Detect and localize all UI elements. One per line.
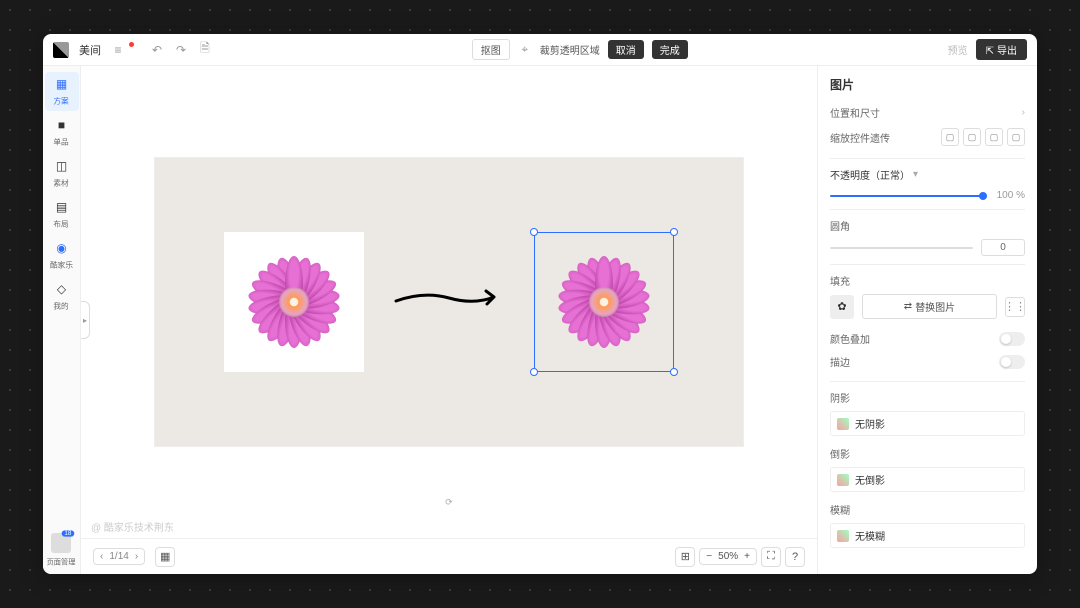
resize-handle-tl[interactable] <box>530 228 538 236</box>
notification-badge <box>129 42 134 47</box>
sidebar-item-mine[interactable]: ◇ 我的 <box>45 277 79 316</box>
ruler-button[interactable]: ⊞ <box>675 547 695 567</box>
shadow-color-icon <box>837 418 849 430</box>
page-manager[interactable]: 18 页面管理 <box>43 533 79 574</box>
properties-panel: 图片 位置和尺寸 › 缩放控件遗传 ▢ ▢ ▢ ▢ 不透明度（正常） ▾ <box>817 66 1037 574</box>
app-window: 美间 ≡ ↶ ↷ 🗎 抠图 ⌖ 裁剪透明区域 取消 完成 预览 ⇱导出 ▦ 方案 <box>43 34 1037 574</box>
preview-button[interactable]: 预览 <box>948 42 968 57</box>
zoom-value: 50% <box>718 551 738 562</box>
watermark: @ 酷家乐技术荆东 <box>91 519 174 534</box>
zoom-out-button[interactable]: − <box>706 551 712 562</box>
crop-area-label: 裁剪透明区域 <box>540 42 600 57</box>
canvas-bottom-bar: ‹ 1/14 › ▦ ⊞ − 50% + ⛶ ? <box>81 538 817 574</box>
color-overlay-toggle[interactable] <box>999 332 1025 346</box>
chevron-down-icon[interactable]: ▾ <box>913 169 918 180</box>
fill-thumbnail[interactable]: ✿ <box>830 295 854 319</box>
grid-toggle-button[interactable]: ▦ <box>155 547 175 567</box>
shadow-label: 阴影 <box>830 390 1025 405</box>
stroke-toggle[interactable] <box>999 355 1025 369</box>
constraint-right-button[interactable]: ▢ <box>963 128 981 146</box>
opacity-slider[interactable] <box>830 195 987 197</box>
page-next-icon[interactable]: › <box>135 551 138 562</box>
kujiale-icon: ◉ <box>54 240 70 256</box>
done-button[interactable]: 完成 <box>652 40 688 59</box>
selected-image[interactable] <box>534 232 674 372</box>
stroke-label: 描边 <box>830 354 850 369</box>
redo-icon[interactable]: ↷ <box>174 43 188 57</box>
fill-settings-button[interactable]: ⋮⋮ <box>1005 297 1025 317</box>
app-logo <box>53 42 69 58</box>
replace-image-button[interactable]: ⇄ 替换图片 <box>862 294 997 319</box>
radius-label: 圆角 <box>830 218 1025 233</box>
save-icon[interactable]: 🗎 <box>198 43 212 57</box>
zoom-in-button[interactable]: + <box>744 551 750 562</box>
inset-color-icon <box>837 474 849 486</box>
blur-value[interactable]: 无模糊 <box>830 523 1025 548</box>
sidebar-item-layout[interactable]: ▤ 布局 <box>45 195 79 234</box>
original-image <box>224 232 364 372</box>
left-sidebar: ▦ 方案 ■ 单品 ◫ 素材 ▤ 布局 ◉ 酷家乐 ◇ 我的 <box>43 66 81 574</box>
canvas-viewport[interactable] <box>81 66 817 538</box>
page-manager-icon: 18 <box>51 533 71 553</box>
target-icon[interactable]: ⌖ <box>518 43 532 57</box>
canvas-area: ▸ <box>81 66 817 574</box>
cancel-button[interactable]: 取消 <box>608 40 644 59</box>
resize-handle-bl[interactable] <box>530 368 538 376</box>
inset-shadow-label: 倒影 <box>830 446 1025 461</box>
zoom-controls: − 50% + <box>699 548 757 565</box>
menu-icon[interactable]: ≡ <box>111 43 125 57</box>
position-size-row[interactable]: 位置和尺寸 › <box>830 101 1025 124</box>
panel-title: 图片 <box>830 76 1025 93</box>
sidebar-item-scheme[interactable]: ▦ 方案 <box>45 72 79 111</box>
flower-graphic <box>239 247 349 357</box>
material-icon: ◫ <box>54 158 70 174</box>
product-icon: ■ <box>54 117 70 133</box>
resize-handle-br[interactable] <box>670 368 678 376</box>
constraint-left-button[interactable]: ▢ <box>1007 128 1025 146</box>
constraint-bottom-button[interactable]: ▢ <box>985 128 1003 146</box>
radius-input[interactable] <box>981 239 1025 256</box>
sidebar-item-product[interactable]: ■ 单品 <box>45 113 79 152</box>
radius-slider[interactable] <box>830 247 973 249</box>
export-button[interactable]: ⇱导出 <box>976 39 1027 60</box>
page-indicator: 1/14 <box>109 551 128 562</box>
blur-label: 模糊 <box>830 502 1025 517</box>
inset-shadow-value[interactable]: 无倒影 <box>830 467 1025 492</box>
topbar: 美间 ≡ ↶ ↷ 🗎 抠图 ⌖ 裁剪透明区域 取消 完成 预览 ⇱导出 <box>43 34 1037 66</box>
sidebar-item-material[interactable]: ◫ 素材 <box>45 154 79 193</box>
page-navigator[interactable]: ‹ 1/14 › <box>93 548 145 565</box>
mine-icon: ◇ <box>54 281 70 297</box>
page-prev-icon[interactable]: ‹ <box>100 551 103 562</box>
constraint-top-button[interactable]: ▢ <box>941 128 959 146</box>
chevron-right-icon: › <box>1022 107 1025 118</box>
color-overlay-label: 颜色叠加 <box>830 331 870 346</box>
undo-icon[interactable]: ↶ <box>150 43 164 57</box>
scheme-icon: ▦ <box>54 76 70 92</box>
cutout-button[interactable]: 抠图 <box>472 39 510 60</box>
app-name: 美间 <box>79 42 101 58</box>
arrow-icon <box>394 283 504 321</box>
layout-icon: ▤ <box>54 199 70 215</box>
blur-color-icon <box>837 530 849 542</box>
resize-handle-tr[interactable] <box>670 228 678 236</box>
fill-label: 填充 <box>830 273 1025 288</box>
opacity-label: 不透明度（正常） <box>830 167 910 182</box>
sidebar-item-kujiale[interactable]: ◉ 酷家乐 <box>45 236 79 275</box>
shadow-value[interactable]: 无阴影 <box>830 411 1025 436</box>
fit-screen-button[interactable]: ⛶ <box>761 547 781 567</box>
constraints-label: 缩放控件遗传 <box>830 130 890 145</box>
help-button[interactable]: ? <box>785 547 805 567</box>
canvas-handle-icon[interactable]: ⟳ <box>443 496 455 508</box>
artboard <box>154 157 744 447</box>
